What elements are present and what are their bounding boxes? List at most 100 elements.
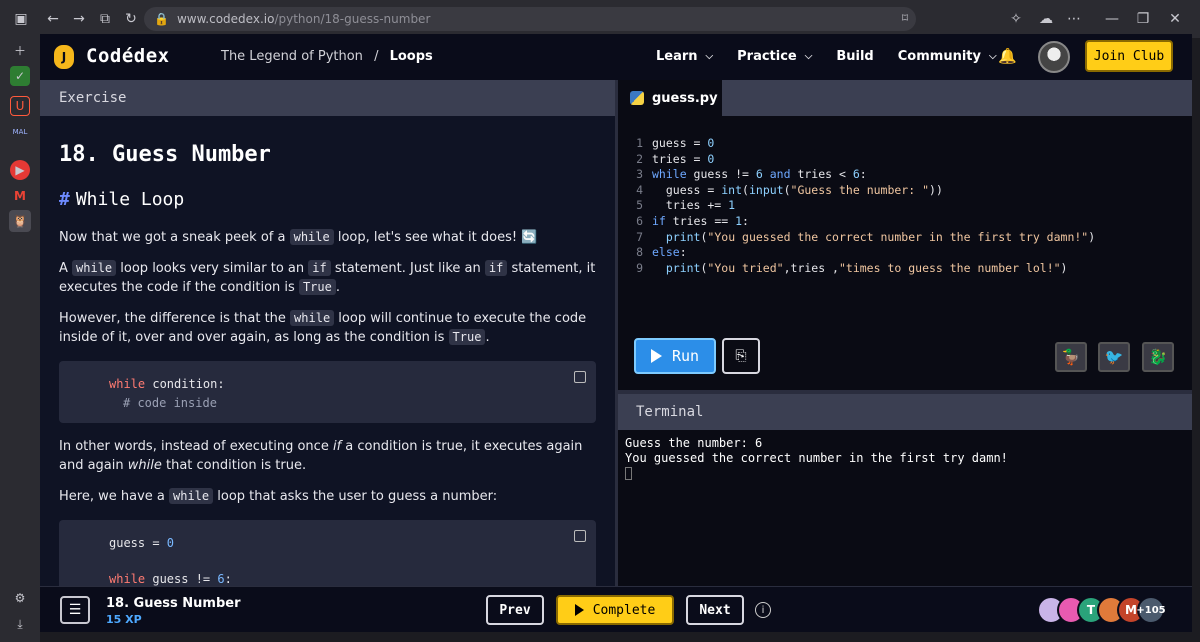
lesson-menu-button[interactable]: ☰ — [60, 596, 90, 624]
code-text: print("You guessed the correct number in… — [665, 229, 1096, 244]
complete-button[interactable]: Complete — [556, 595, 674, 625]
back-icon[interactable]: ← — [40, 6, 66, 32]
tab-favicon-4[interactable]: ▶ — [10, 160, 30, 180]
more-learners-badge[interactable]: +105 — [1136, 596, 1166, 624]
code-line-9[interactable]: 9 print("You tried",tries ,"times to gue… — [618, 261, 1095, 277]
address-bar[interactable]: 🔒 www.codedex.io/python/18-guess-number … — [144, 7, 916, 31]
pet-bird-icon[interactable]: 🐦 — [1098, 342, 1130, 372]
paragraph-4: In other words, instead of executing onc… — [59, 439, 583, 473]
nav-learn[interactable]: Learn ⌵ — [656, 49, 713, 64]
code-line-1[interactable]: 1 guess = 0 — [618, 136, 1095, 152]
copy-icon[interactable] — [574, 530, 586, 542]
copy-icon[interactable] — [574, 371, 586, 383]
maximize-icon[interactable]: ❐ — [1130, 6, 1156, 32]
collections-icon[interactable]: ⧉ — [92, 6, 118, 32]
download-icon[interactable]: ⤓ — [10, 614, 30, 634]
lesson-content[interactable]: 18. Guess Number # While Loop Now that we… — [40, 142, 615, 586]
cloud-icon[interactable]: ☁ — [1033, 6, 1059, 32]
code-text: if tries == 1: — [652, 213, 749, 228]
code-line-4[interactable]: 4 guess = int(input("Guess the number: "… — [618, 183, 1095, 199]
terminal-cursor — [625, 467, 632, 480]
lock-icon: 🔒 — [154, 12, 169, 26]
lesson-footer: ☰ 18. Guess Number 15 XP Prev Complete N… — [40, 586, 1192, 632]
nav-links: Learn ⌵ Practice ⌵ Build Community ⌵ — [656, 49, 1021, 64]
code-text: guess = 0 — [652, 136, 715, 150]
nav-community[interactable]: Community ⌵ — [898, 49, 997, 64]
chevron-down-icon: ⌵ — [804, 51, 813, 62]
nav-practice[interactable]: Practice ⌵ — [737, 49, 812, 64]
breadcrumb-separator: / — [374, 49, 379, 64]
breadcrumb-course[interactable]: The Legend of Python — [221, 49, 363, 64]
code-line-8[interactable]: 8 else: — [618, 245, 1095, 261]
close-icon[interactable]: ✕ — [1162, 6, 1188, 32]
terminal-output[interactable]: Guess the number: 6 You guessed the corr… — [618, 430, 1192, 480]
pet-creature-icon[interactable]: 🐉 — [1142, 342, 1174, 372]
code-line-5[interactable]: 5 tries += 1 — [618, 198, 1095, 214]
learner-avatars[interactable]: T M +105 — [1037, 596, 1166, 624]
pet-duck-icon[interactable]: 🦆 — [1055, 342, 1087, 372]
bell-icon[interactable]: 🔔 — [998, 47, 1017, 67]
line-number: 8 — [636, 245, 643, 260]
url-host: www.codedex.io — [176, 12, 275, 26]
terminal-panel: Terminal Guess the number: 6 You guessed… — [618, 394, 1192, 586]
paragraph-3: However, the difference is that the whil… — [59, 310, 587, 345]
user-avatar[interactable] — [1038, 41, 1070, 73]
breadcrumb-section[interactable]: Loops — [390, 49, 433, 64]
line-number: 3 — [636, 167, 643, 182]
tab-favicon-3[interactable]: MAL — [10, 122, 30, 142]
forward-icon[interactable]: → — [66, 6, 92, 32]
code-text: else: — [652, 245, 687, 260]
more-options-icon[interactable]: ⋯ — [1061, 6, 1087, 32]
sidebar-toggle-icon[interactable]: ▣ — [8, 6, 34, 32]
paragraph-5: Here, we have a while loop that asks the… — [59, 488, 498, 504]
terminal-line-1: Guess the number: 6 — [625, 436, 763, 450]
exercise-header: Exercise — [40, 80, 615, 116]
extensions-icon[interactable]: ✧ — [1003, 6, 1029, 32]
next-button[interactable]: Next — [686, 595, 744, 625]
minimize-icon[interactable]: — — [1099, 6, 1125, 32]
code-line-6[interactable]: 6 if tries == 1: — [618, 214, 1095, 230]
code-text: guess = int(input("Guess the number: ")) — [652, 182, 943, 197]
line-number: 4 — [636, 182, 643, 197]
python-icon — [630, 91, 644, 105]
hash-icon: # — [59, 189, 70, 210]
tab-favicon-1[interactable]: ✓ — [10, 66, 30, 86]
run-button[interactable]: Run — [634, 338, 716, 374]
lesson-subtitle: # While Loop — [59, 189, 185, 210]
tab-favicon-2[interactable]: U — [10, 96, 30, 116]
clipboard-icon: ⎘ — [735, 348, 747, 364]
code-line-7[interactable]: 7 print("You guessed the correct number … — [618, 230, 1095, 246]
nav-build[interactable]: Build — [836, 49, 873, 64]
line-number: 6 — [636, 213, 643, 228]
editor-code[interactable]: 1 guess = 0 2 tries = 0 3 while guess != 6 an… — [618, 136, 1095, 276]
refresh-icon[interactable]: ↻ — [118, 6, 144, 32]
codedex-app: J Codédex The Legend of Python / Loops L… — [40, 34, 1192, 632]
code-line-3[interactable]: 3 while guess != 6 and tries < 6: — [618, 167, 1095, 183]
settings-icon[interactable]: ⚙ — [10, 588, 30, 608]
browser-side-rail: ＋ ✓ U MAL ▶ M 🦉 ⚙ ⤓ — [0, 38, 40, 642]
line-number: 2 — [636, 151, 643, 166]
line-number: 7 — [636, 229, 643, 244]
breadcrumb: The Legend of Python / Loops — [221, 49, 433, 64]
join-club-button[interactable]: Join Club — [1085, 40, 1173, 72]
top-navbar: J Codédex The Legend of Python / Loops L… — [40, 34, 1192, 80]
code-example-2: guess = 0 while guess != 6: — [59, 520, 596, 586]
code-line-2[interactable]: 2 tries = 0 — [618, 152, 1095, 168]
info-icon[interactable]: i — [755, 602, 771, 618]
list-icon: ☰ — [68, 602, 82, 618]
logo-icon[interactable]: J — [54, 45, 74, 69]
editor-tabbar: guess.py — [618, 80, 1192, 116]
new-tab-icon[interactable]: ＋ — [10, 40, 30, 60]
bookmark-icon[interactable]: ⌑ — [902, 11, 908, 25]
tab-favicon-codedex[interactable]: 🦉 — [9, 210, 31, 232]
file-tab-guess[interactable]: guess.py — [618, 80, 722, 116]
line-number: 1 — [636, 136, 643, 150]
chevron-down-icon: ⌵ — [705, 51, 714, 62]
gmail-icon[interactable]: M — [10, 186, 30, 206]
paste-button[interactable]: ⎘ — [722, 338, 760, 374]
code-text: while guess != 6 and tries < 6: — [652, 167, 867, 182]
play-icon — [574, 604, 584, 616]
brand-name[interactable]: Codédex — [86, 45, 170, 67]
line-number: 5 — [636, 198, 643, 213]
prev-button[interactable]: Prev — [486, 595, 544, 625]
